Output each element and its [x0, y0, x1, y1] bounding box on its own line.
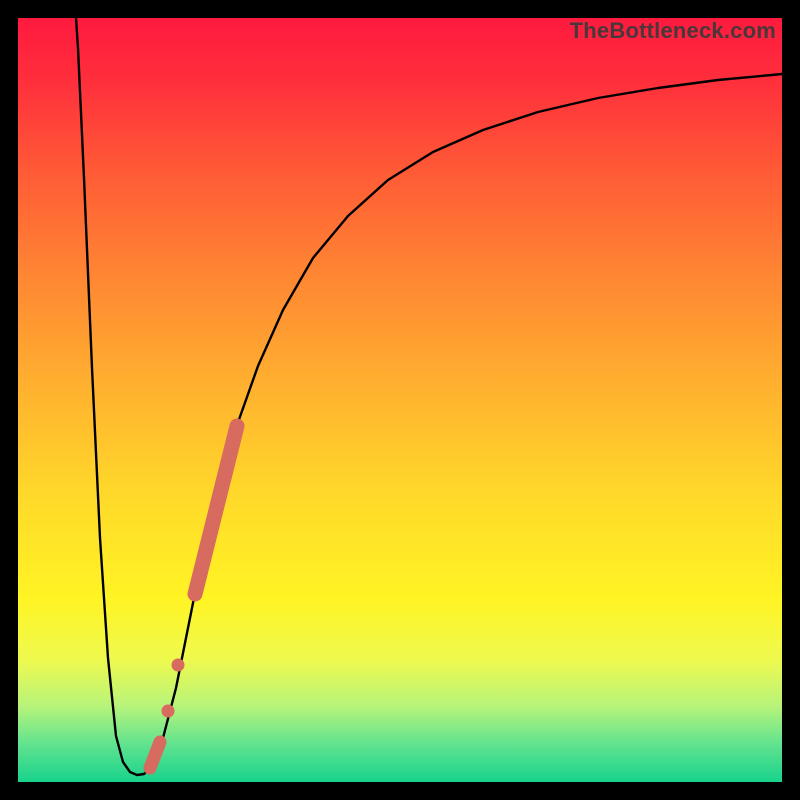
- marker-group: [150, 426, 237, 768]
- cluster-thin-lower: [150, 742, 160, 768]
- dot-mid-2: [162, 705, 175, 718]
- curve-svg: [18, 18, 782, 782]
- chart-frame: TheBottleneck.com: [0, 0, 800, 800]
- plot-area: TheBottleneck.com: [18, 18, 782, 782]
- dot-mid-1: [172, 659, 185, 672]
- cluster-thick-upper: [195, 426, 237, 594]
